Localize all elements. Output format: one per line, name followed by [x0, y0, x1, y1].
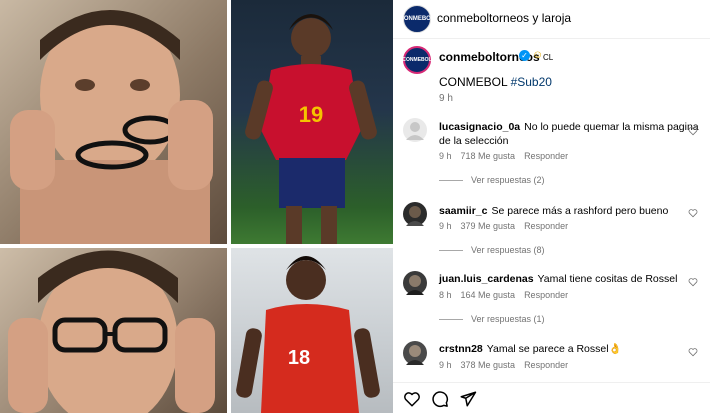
comment-likes[interactable]: 378 Me gusta: [461, 360, 516, 370]
view-replies-label: Ver respuestas (1): [471, 314, 545, 324]
view-replies-link[interactable]: Ver respuestas (8): [439, 245, 545, 255]
caption-avatar[interactable]: CONMEBOL: [402, 46, 432, 74]
caption-body: CONMEBOL: [439, 75, 511, 89]
account-avatar[interactable]: CONMEBOL: [400, 5, 435, 33]
comment-likes[interactable]: 718 Me gusta: [461, 151, 516, 161]
post-header: CONMEBOL conmeboltorneos y laroja: [393, 0, 710, 39]
comment-meta: 9 h 378 Me gusta Responder: [439, 360, 577, 370]
reply-button[interactable]: Responder: [524, 360, 568, 370]
meme-panel-glasses-on: [0, 248, 227, 413]
comment-meta: 8 h 164 Me gusta Responder: [439, 290, 577, 300]
like-heart-icon[interactable]: [403, 390, 421, 408]
comment-like-heart-icon[interactable]: [688, 347, 698, 357]
share-send-icon[interactable]: [459, 390, 477, 408]
comment-text-line: lucasignacio_0a No lo puede quemar la mis…: [439, 120, 704, 148]
comment-bubble-icon[interactable]: [431, 390, 449, 408]
replies-line: [439, 319, 463, 321]
view-replies-label: Ver respuestas (8): [471, 245, 545, 255]
view-replies-label: Ver respuestas (2): [471, 175, 545, 185]
post-actions-bar: [393, 382, 710, 414]
comment-time: 8 h: [439, 290, 452, 300]
comment-body: Yamal se parece a Rossel👌: [486, 343, 622, 355]
comment-likes[interactable]: 164 Me gusta: [461, 290, 516, 300]
spain-jersey-number: 19: [299, 102, 323, 127]
caption-avatar-text: CONMEBOL: [402, 57, 432, 63]
comment-username[interactable]: crstnn28: [439, 343, 483, 355]
comment-time: 9 h: [439, 360, 452, 370]
comment-username[interactable]: saamiir_c: [439, 205, 487, 217]
reply-button[interactable]: Responder: [524, 290, 568, 300]
comment-text-line: saamiir_c Se parece más a rashford pero b…: [439, 204, 704, 218]
meme-panel-spain-player: 19: [231, 0, 393, 244]
caption-time: 9 h: [439, 93, 453, 104]
reply-button[interactable]: Responder: [524, 151, 568, 161]
comment-likes[interactable]: 379 Me gusta: [461, 221, 516, 231]
view-replies-link[interactable]: Ver respuestas (1): [439, 314, 545, 324]
comment-avatar[interactable]: [403, 118, 427, 142]
comment-like-heart-icon[interactable]: [688, 126, 698, 136]
comment-time: 9 h: [439, 221, 452, 231]
comment-meta: 9 h 379 Me gusta Responder: [439, 221, 577, 231]
comment-text-line: crstnn28 Yamal se parece a Rossel👌: [439, 342, 704, 356]
reply-button[interactable]: Responder: [524, 221, 568, 231]
avatar-logo-text: CONMEBOL: [399, 16, 435, 22]
comment-avatar[interactable]: [403, 341, 427, 365]
comment-time: 9 h: [439, 151, 452, 161]
caption-text: CONMEBOL #Sub20: [439, 75, 552, 89]
comment-username[interactable]: lucasignacio_0a: [439, 121, 520, 133]
replies-line: [439, 180, 463, 182]
comments-panel: CONMEBOL conmeboltorneos y laroja CONMEB…: [393, 0, 710, 413]
caption-hashtag[interactable]: #Sub20: [511, 75, 552, 89]
comment-username[interactable]: juan.luis_cardenas: [439, 273, 534, 285]
chile-jersey-number: 18: [288, 347, 310, 369]
view-replies-link[interactable]: Ver respuestas (2): [439, 175, 545, 185]
post-image[interactable]: 19 18: [0, 0, 393, 413]
comment-body: Yamal tiene cositas de Rossel: [537, 273, 678, 285]
meme-panel-glasses-off: [0, 0, 227, 244]
caption-flag-code: CL: [543, 53, 554, 62]
comment-text-line: juan.luis_cardenas Yamal tiene cositas de…: [439, 272, 704, 286]
comment-like-heart-icon[interactable]: [688, 277, 698, 287]
comment-like-heart-icon[interactable]: [688, 208, 698, 218]
meme-panel-chile-player: 18: [231, 248, 393, 413]
header-username[interactable]: conmeboltorneos y laroja: [437, 11, 571, 25]
comment-avatar[interactable]: [403, 271, 427, 295]
comment-meta: 9 h 718 Me gusta Responder: [439, 151, 577, 161]
comment-body: Se parece más a rashford pero bueno: [491, 205, 669, 217]
comment-avatar[interactable]: [403, 202, 427, 226]
verified-badge-icon: ✓: [519, 50, 530, 61]
smile-emoji-icon: ☺: [532, 49, 544, 61]
replies-line: [439, 250, 463, 252]
